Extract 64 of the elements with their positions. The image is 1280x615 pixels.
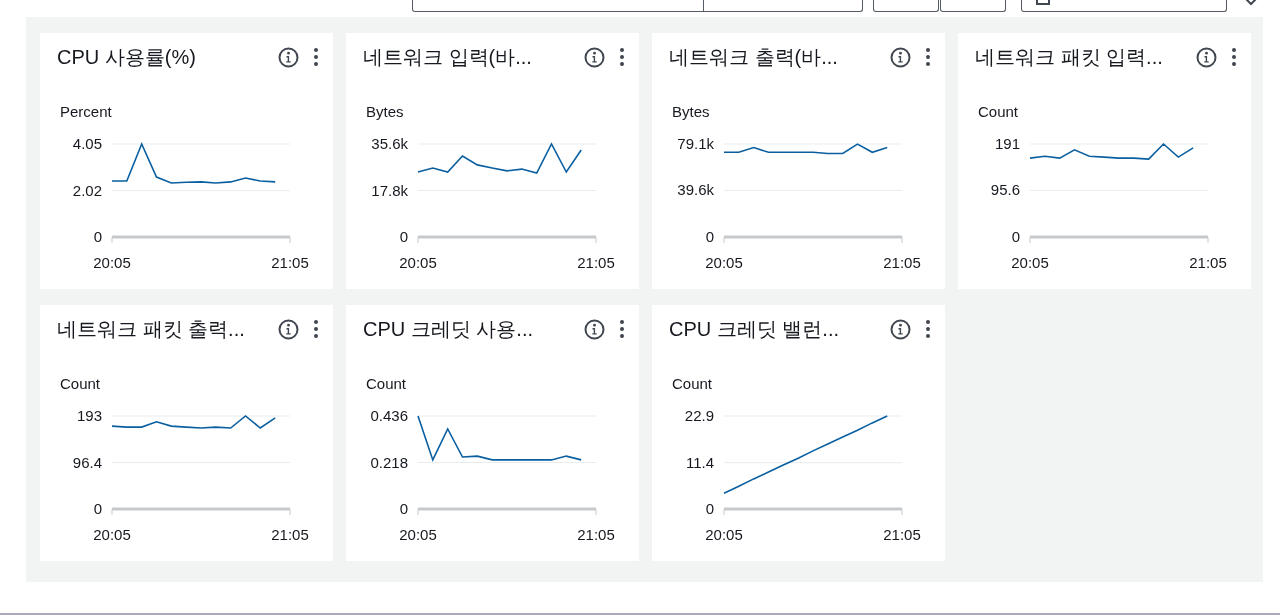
caret-icon[interactable] <box>1245 0 1257 6</box>
more-options-icon[interactable] <box>1231 47 1237 67</box>
x-tick-label: 21:05 <box>883 526 921 543</box>
y-tick-label: 17.8k <box>371 181 408 199</box>
y-tick-label: 0 <box>93 228 102 245</box>
x-tick-label: 21:05 <box>883 254 921 271</box>
x-tick-label: 20:05 <box>93 526 131 543</box>
x-tick-label: 20:05 <box>705 526 743 543</box>
x-tick-label: 20:05 <box>1011 254 1049 271</box>
y-tick-label: 0.218 <box>370 453 408 471</box>
widget-title: CPU 크레딧 사용... <box>363 316 534 342</box>
unit-label: Count <box>671 374 714 392</box>
y-tick-label: 39.6k <box>677 181 714 199</box>
more-options-icon[interactable] <box>925 47 931 67</box>
unit-label: Bytes <box>365 102 405 120</box>
y-tick-label: 95.6 <box>990 181 1020 199</box>
info-icon[interactable] <box>1196 46 1217 68</box>
more-options-icon[interactable] <box>619 319 625 339</box>
y-tick-label: 4.05 <box>72 135 102 152</box>
widget-title: 네트워크 패킷 입력... <box>975 44 1164 70</box>
x-tick-label: 21:05 <box>1189 254 1227 271</box>
widget-title: 네트워크 입력(바... <box>363 44 533 70</box>
unit-label: Count <box>365 374 408 392</box>
x-tick-label: 20:05 <box>705 254 743 271</box>
y-tick-label: 0 <box>705 228 714 245</box>
info-icon[interactable] <box>584 318 605 340</box>
y-tick-label: 0 <box>93 500 102 517</box>
y-tick-label: 0.436 <box>370 407 408 424</box>
more-options-icon[interactable] <box>313 319 319 339</box>
y-tick-label: 0 <box>399 500 408 517</box>
more-options-icon[interactable] <box>925 319 931 339</box>
y-tick-label: 0 <box>705 500 714 517</box>
y-tick-label: 2.02 <box>72 181 102 199</box>
y-tick-label: 96.4 <box>72 453 102 471</box>
y-tick-label: 35.6k <box>371 135 408 152</box>
y-tick-label: 11.4 <box>685 453 714 471</box>
y-tick-label: 193 <box>76 407 102 424</box>
info-icon[interactable] <box>890 318 911 340</box>
info-icon[interactable] <box>278 318 299 340</box>
widget-title: CPU 크레딧 밸런... <box>669 316 840 342</box>
more-options-icon[interactable] <box>313 47 319 67</box>
x-tick-label: 20:05 <box>399 526 437 543</box>
x-tick-label: 21:05 <box>271 526 309 543</box>
x-tick-label: 20:05 <box>399 254 437 271</box>
x-tick-label: 21:05 <box>271 254 309 271</box>
widget-title: 네트워크 출력(바... <box>669 44 839 70</box>
info-icon[interactable] <box>278 46 299 68</box>
y-tick-label: 22.9 <box>684 407 714 424</box>
widget-title: 네트워크 패킷 출력... <box>57 316 246 342</box>
y-tick-label: 0 <box>1011 228 1020 245</box>
unit-label: Count <box>59 374 102 392</box>
x-tick-label: 21:05 <box>577 526 615 543</box>
unit-label: Percent <box>59 102 113 120</box>
info-icon[interactable] <box>890 46 911 68</box>
unit-label: Bytes <box>671 102 711 120</box>
y-tick-label: 79.1k <box>677 135 714 152</box>
x-tick-label: 20:05 <box>93 254 131 271</box>
y-tick-label: 191 <box>994 135 1020 152</box>
x-tick-label: 21:05 <box>577 254 615 271</box>
more-options-icon[interactable] <box>619 47 625 67</box>
widget-title: CPU 사용률(%) <box>57 44 197 70</box>
y-tick-label: 0 <box>399 228 408 245</box>
unit-label: Count <box>977 102 1020 120</box>
info-icon[interactable] <box>584 46 605 68</box>
